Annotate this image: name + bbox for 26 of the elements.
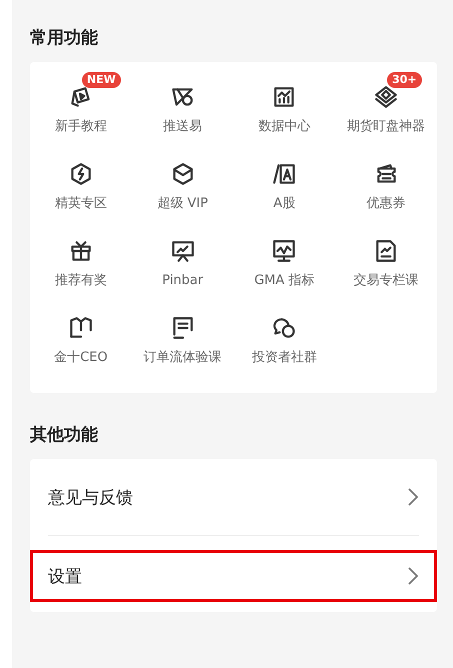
feature-item[interactable]: 金十CEO [30,301,132,369]
open-book-icon [68,315,94,341]
feature-item[interactable]: A股 [234,147,336,215]
monitor-icon [271,238,298,264]
layers-icon [373,84,400,110]
chevron-right-icon [407,487,419,507]
section-title: 常用功能 [30,27,99,50]
feature-item[interactable]: 30+ 期货盯盘神器 [335,70,437,138]
chevron-right-icon [407,566,419,586]
feature-item[interactable]: 交易专栏课 [335,224,437,292]
feature-item[interactable]: 精英专区 [30,147,132,215]
feature-item[interactable]: Pinbar [132,224,234,292]
feature-item[interactable]: 推荐有奖 [30,224,132,292]
feature-item[interactable]: 优惠券 [335,147,437,215]
menu-row[interactable]: 意见与反馈 [48,459,419,535]
menu-row[interactable]: 设置 [30,550,437,602]
feature-item[interactable]: 订单流体验课 [132,301,234,369]
badge: NEW [82,72,121,88]
feature-item[interactable]: 推送易 [132,70,234,138]
feature-item[interactable]: 超级 VIP [132,147,234,215]
feature-item[interactable]: 投资者社群 [234,301,336,369]
badge: 30+ [387,72,422,88]
feature-item[interactable]: GMA 指标 [234,224,336,292]
section-title: 其他功能 [30,424,99,447]
feature-item[interactable]: NEW 新手教程 [30,70,132,138]
feature-item[interactable]: 数据中心 [234,70,336,138]
